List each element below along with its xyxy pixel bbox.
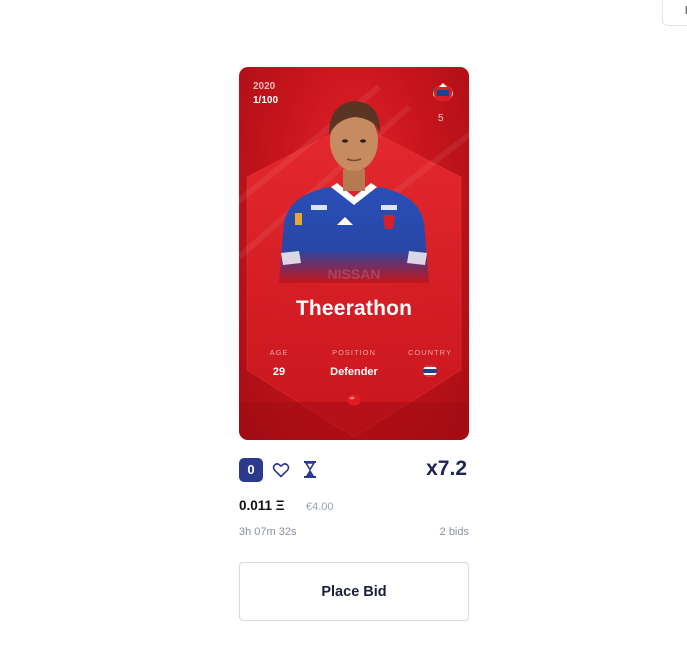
card-action-row: 0 x7.2 bbox=[239, 457, 469, 483]
hourglass-icon bbox=[304, 461, 316, 478]
player-card[interactable]: 2020 1/100 5 NISSAN Theerathon AGE 29 PO… bbox=[239, 67, 469, 440]
top-right-button[interactable]: l bbox=[662, 0, 687, 26]
price-row: 0.011 Ξ €4.00 bbox=[239, 498, 469, 518]
stat-position-label: POSITION bbox=[332, 348, 376, 357]
rarity-ball-icon bbox=[347, 394, 361, 406]
svg-text:NISSAN: NISSAN bbox=[328, 266, 381, 282]
stat-country: COUNTRY bbox=[407, 348, 453, 380]
price-eth: 0.011 Ξ bbox=[239, 498, 285, 513]
thailand-flag-icon bbox=[423, 365, 437, 377]
stat-position: POSITION Defender bbox=[319, 348, 389, 378]
place-bid-button[interactable]: Place Bid bbox=[239, 562, 469, 621]
stat-country-value bbox=[407, 365, 453, 380]
stat-age-value: 29 bbox=[272, 366, 286, 378]
stat-age: AGE 29 bbox=[261, 348, 297, 378]
price-multiplier: x7.2 bbox=[426, 457, 467, 480]
price-eur: €4.00 bbox=[306, 501, 334, 513]
stat-position-value: Defender bbox=[330, 366, 378, 378]
bid-count: 2 bids bbox=[439, 526, 469, 538]
player-photo: NISSAN bbox=[279, 101, 429, 283]
heart-icon[interactable] bbox=[272, 461, 290, 479]
player-name: Theerathon bbox=[295, 297, 413, 320]
gallery-count-badge[interactable]: 0 bbox=[239, 458, 263, 482]
stat-country-label: COUNTRY bbox=[408, 348, 452, 357]
auction-meta-row: 3h 07m 32s 2 bids bbox=[239, 526, 469, 542]
auction-time-left: 3h 07m 32s bbox=[239, 526, 297, 538]
stat-age-label: AGE bbox=[269, 348, 289, 357]
